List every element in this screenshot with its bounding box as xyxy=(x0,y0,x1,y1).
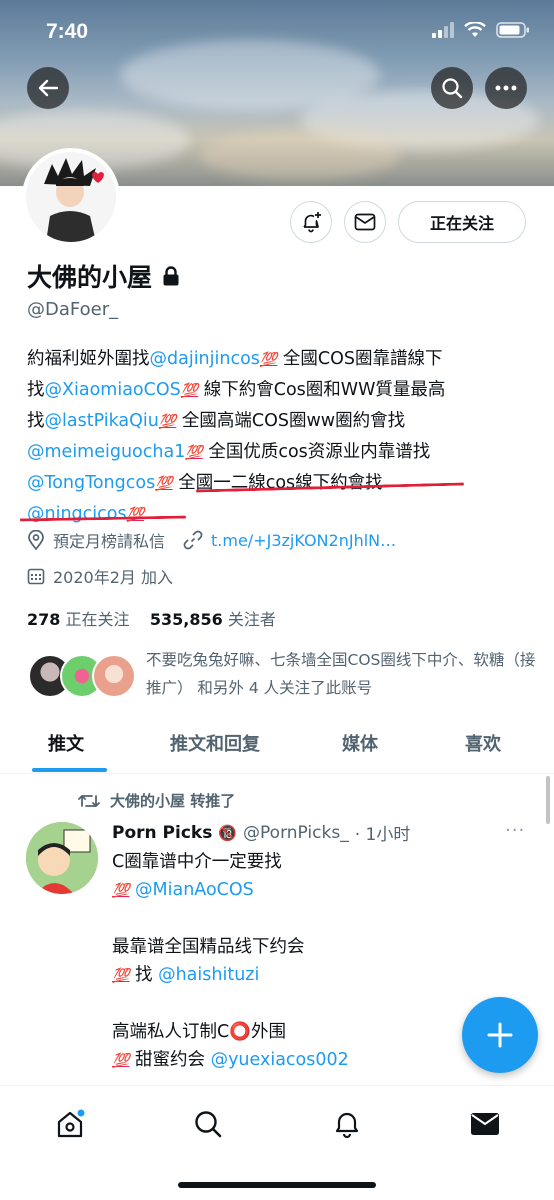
mention-link[interactable]: @lastPikaQiu xyxy=(45,411,159,431)
profile-joined: 2020年2月 加入 xyxy=(53,568,173,587)
followed-by-avatars xyxy=(28,654,138,698)
compose-tweet-button[interactable] xyxy=(462,997,538,1073)
bio-line: @ningcicos💯 xyxy=(27,499,537,530)
search-icon xyxy=(442,78,463,99)
home-icon xyxy=(57,1109,85,1138)
status-bar: 7:40 xyxy=(0,0,554,64)
followers-link[interactable]: 535,856 关注者 xyxy=(150,610,276,629)
calendar-icon xyxy=(27,568,45,585)
bell-plus-icon xyxy=(303,212,321,233)
nav-notifications[interactable] xyxy=(327,1104,367,1144)
location-pin-icon xyxy=(28,530,44,550)
mention-link[interactable]: @yuexiacos002 xyxy=(211,1050,349,1070)
profile-bio: 約福利姬外圍找@dajinjincos💯 全國COS圈靠譜線下 找@Xiaomi… xyxy=(27,344,537,530)
bio-line: 找@lastPikaQiu💯 全國高端COS圈ww圈約會找 xyxy=(27,411,406,431)
tweet-author-avatar[interactable] xyxy=(26,822,98,894)
mention-link[interactable]: @XiaomiaoCOS xyxy=(45,380,181,400)
bio-line: 找@XiaomiaoCOS💯 線下約會Cos圈和WW質量最高 xyxy=(27,380,446,400)
tab-likes[interactable]: 喜欢 xyxy=(465,730,501,756)
hundred-points-icon: 💯 xyxy=(155,476,173,492)
bio-line: @meimeiguocha1💯 全国优质cos资源业内靠谱找 xyxy=(27,442,431,462)
tweet-author-name[interactable]: Porn Picks xyxy=(112,823,212,843)
tweet-line: 💯 找 @haishituzi xyxy=(112,965,260,985)
plus-icon xyxy=(487,1022,513,1048)
profile-meta-row: 預定月榜請私信 t.me/+J3zjKON2nJhlN… xyxy=(27,528,396,552)
bio-line: 約福利姬外圍找@dajinjincos💯 全國COS圈靠譜線下 xyxy=(27,349,443,369)
tweet-line xyxy=(112,905,532,933)
tweet-line: C圈靠谱中介一定要找 xyxy=(112,852,282,872)
followed-by-text: 不要吃兔兔好嘛、七条墙全国COS圈线下中介、软糖（接推广） 和另外 4 人关注了… xyxy=(146,651,536,697)
tab-tweets-replies[interactable]: 推文和回复 xyxy=(170,730,260,756)
active-tab-indicator xyxy=(32,768,107,772)
mention-link[interactable]: @TongTongcos xyxy=(27,473,155,493)
following-button[interactable]: 正在关注 xyxy=(398,201,526,243)
message-button[interactable] xyxy=(344,201,386,243)
lock-icon xyxy=(163,266,179,286)
envelope-icon xyxy=(354,213,376,231)
followed-by-section[interactable]: 不要吃兔兔好嘛、七条墙全国COS圈线下中介、软糖（接推广） 和另外 4 人关注了… xyxy=(28,646,538,706)
tweet-line: 最靠谱全国精品线下约会 xyxy=(112,937,305,957)
envelope-icon xyxy=(471,1113,499,1135)
profile-avatar[interactable] xyxy=(22,148,120,246)
bell-icon xyxy=(335,1112,359,1139)
tweet-author-handle[interactable]: @PornPicks_ xyxy=(243,823,349,843)
tweet-header: Porn Picks 🔞 @PornPicks_ · 1小时 xyxy=(112,820,411,846)
search-icon xyxy=(195,1111,222,1138)
adult-badge-icon: 🔞 xyxy=(218,823,238,842)
mention-link[interactable]: @haishituzi xyxy=(158,965,259,985)
hundred-points-icon: 💯 xyxy=(259,352,278,368)
tweet-line: 💯 @MianAoCOS xyxy=(112,876,532,905)
scrollbar[interactable] xyxy=(546,776,550,824)
profile-handle: @DaFoer_ xyxy=(27,299,119,320)
arrow-left-icon xyxy=(38,79,59,97)
back-button[interactable] xyxy=(27,67,69,109)
hundred-points-icon: 💯 xyxy=(112,1053,130,1069)
profile-name-row: 大佛的小屋 xyxy=(27,258,180,294)
avatar-illustration xyxy=(26,822,98,894)
tab-media[interactable]: 媒体 xyxy=(342,730,378,756)
tweet-time: · 1小时 xyxy=(354,825,411,845)
following-link[interactable]: 278 正在关注 xyxy=(27,610,130,629)
avatar xyxy=(92,654,136,698)
hundred-points-icon: 💯 xyxy=(185,445,203,461)
hundred-points-icon: 💯 xyxy=(126,507,145,523)
status-time: 7:40 xyxy=(46,20,89,43)
hundred-points-icon: 💯 xyxy=(180,383,199,399)
search-button[interactable] xyxy=(431,67,473,109)
mention-link[interactable]: @MianAoCOS xyxy=(135,880,254,900)
profile-joined-row: 2020年2月 加入 xyxy=(27,564,173,588)
home-indicator xyxy=(178,1182,376,1188)
mention-link[interactable]: @dajinjincos xyxy=(150,349,260,369)
hundred-points-icon: 💯 xyxy=(112,883,130,899)
avatar-illustration xyxy=(26,152,116,242)
profile-name: 大佛的小屋 xyxy=(27,263,153,292)
profile-location: 預定月榜請私信 xyxy=(53,532,166,551)
link-icon xyxy=(183,530,203,550)
more-options-button[interactable] xyxy=(485,67,527,109)
retweet-icon xyxy=(78,794,100,807)
hundred-points-icon: 💯 xyxy=(158,414,177,430)
wifi-icon xyxy=(464,22,486,37)
follow-counts: 278 正在关注 535,856 关注者 xyxy=(27,606,276,630)
battery-icon xyxy=(496,22,529,38)
retweet-context[interactable]: 大佛的小屋 转推了 xyxy=(78,790,235,811)
notifications-button[interactable] xyxy=(290,201,332,243)
tab-tweets[interactable]: 推文 xyxy=(48,730,84,756)
retweet-label: 大佛的小屋 转推了 xyxy=(110,792,236,810)
profile-tabs: 推文 推文和回复 媒体 喜欢 xyxy=(0,720,554,774)
nav-search[interactable] xyxy=(188,1104,228,1144)
hundred-points-icon: 💯 xyxy=(112,968,130,984)
tweet-more-button[interactable]: ··· xyxy=(505,820,525,841)
nav-messages[interactable] xyxy=(465,1104,505,1144)
nav-home[interactable] xyxy=(50,1104,90,1144)
more-dots-icon xyxy=(495,85,517,91)
profile-website-link[interactable]: t.me/+J3zjKON2nJhlN… xyxy=(211,531,396,550)
signal-icon xyxy=(432,22,454,38)
mention-link[interactable]: @meimeiguocha1 xyxy=(27,442,185,462)
